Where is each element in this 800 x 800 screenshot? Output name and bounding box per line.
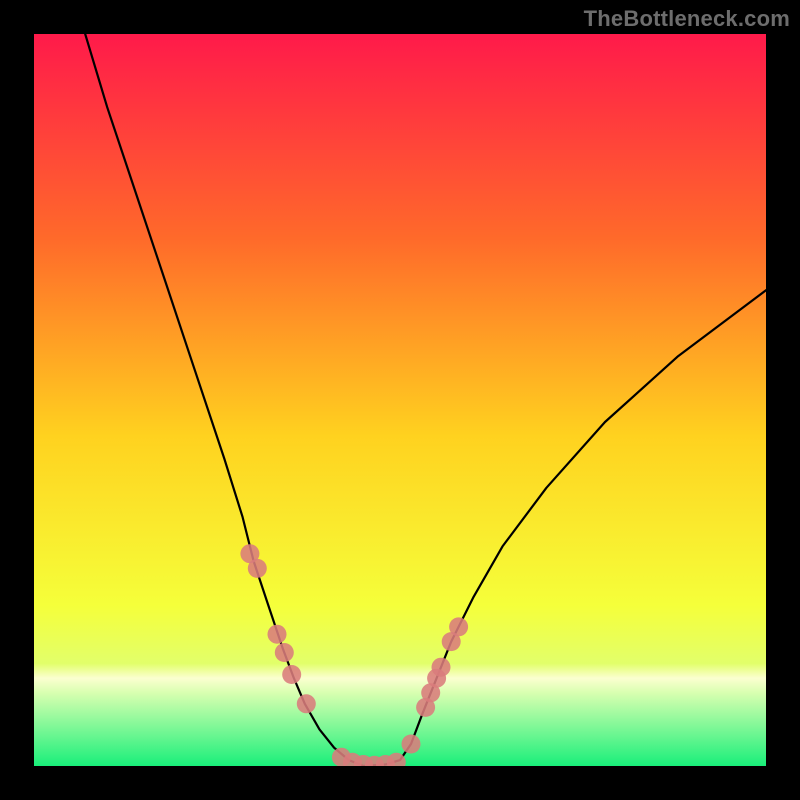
data-point xyxy=(282,665,301,684)
chart-svg xyxy=(34,34,766,766)
data-point-group xyxy=(240,544,468,766)
data-point xyxy=(297,694,316,713)
curve-left-branch xyxy=(85,34,363,766)
data-point xyxy=(275,643,294,662)
data-point xyxy=(449,617,468,636)
watermark-text: TheBottleneck.com xyxy=(584,6,790,32)
data-point xyxy=(248,559,267,578)
data-point xyxy=(402,735,421,754)
data-point xyxy=(432,658,451,677)
chart-plot-area xyxy=(34,34,766,766)
data-point xyxy=(268,625,287,644)
